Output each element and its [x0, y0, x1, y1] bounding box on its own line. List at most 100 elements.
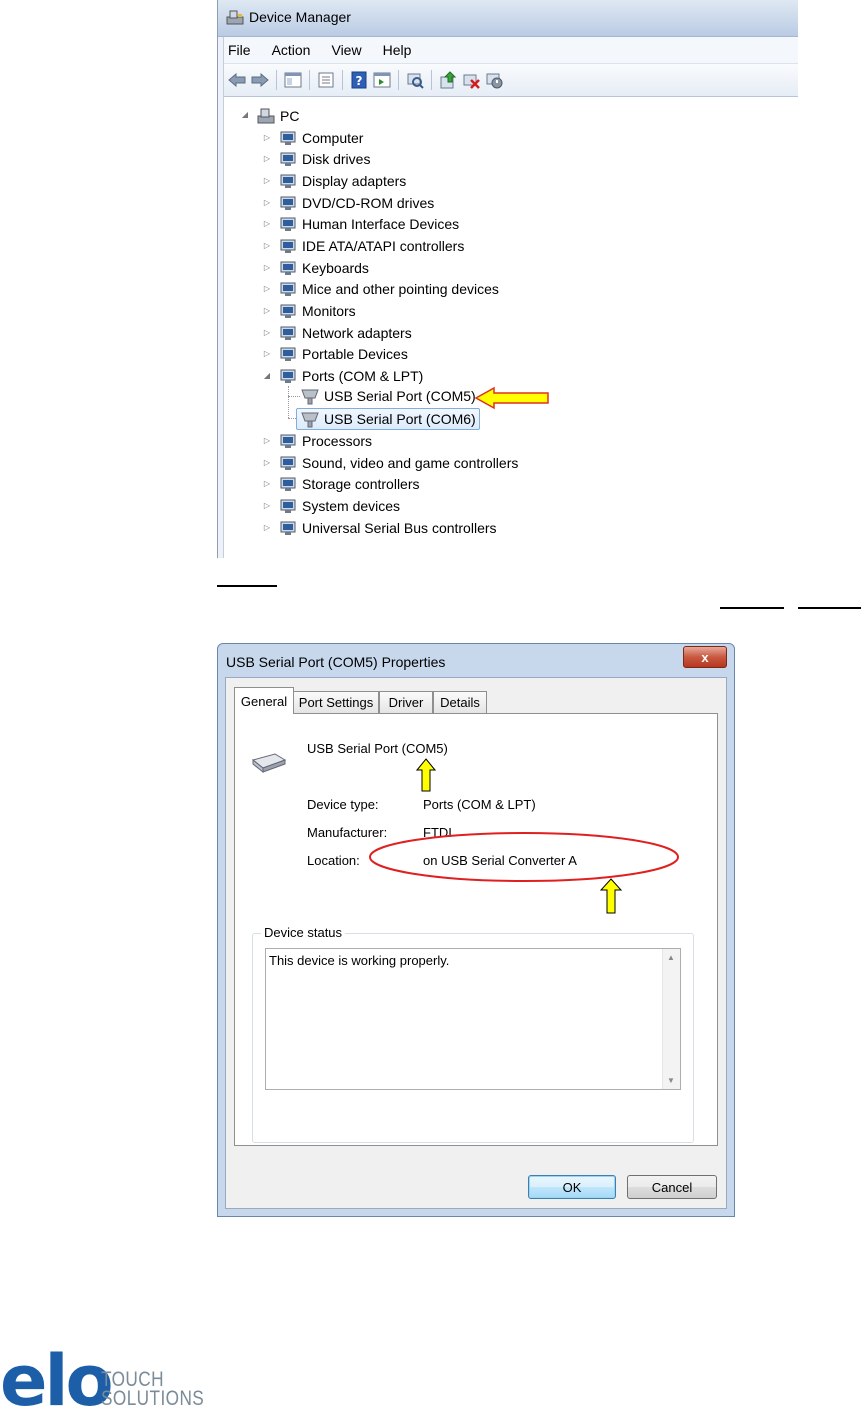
tree-category-label: Ports (COM & LPT) [302, 368, 424, 384]
device-label: USB Serial Port (COM5) [324, 388, 476, 404]
expand-arrow-icon[interactable]: ▷ [262, 501, 272, 510]
expand-arrow-icon[interactable]: ▷ [262, 133, 272, 142]
title-bar: Device Manager [218, 0, 798, 37]
tree-category[interactable]: IDE ATA/ATAPI controllers [278, 236, 464, 256]
tree-category[interactable]: Human Interface Devices [278, 214, 459, 234]
tree-category-label: Sound, video and game controllers [302, 455, 519, 471]
tree-category-label: Universal Serial Bus controllers [302, 520, 497, 536]
expand-arrow-icon[interactable]: ▷ [262, 284, 272, 293]
properties-dialog: USB Serial Port (COM5) Properties x Gene… [217, 643, 735, 1217]
dialog-title: USB Serial Port (COM5) Properties [226, 654, 446, 670]
menu-file[interactable]: File [226, 42, 253, 58]
expand-arrow-icon[interactable]: ▷ [262, 328, 272, 337]
elo-logo: elo [0, 1346, 114, 1416]
close-button[interactable]: x [683, 646, 727, 668]
speaker-icon [278, 454, 298, 472]
tree-category[interactable]: Portable Devices [278, 344, 408, 364]
tree-category[interactable]: Monitors [278, 301, 356, 321]
close-icon: x [701, 649, 709, 665]
collapse-arrow-icon[interactable]: ◢ [262, 371, 272, 380]
dialog-body: General Port Settings Driver Details USB… [225, 677, 727, 1209]
action-pane-icon[interactable] [372, 70, 392, 90]
monitor-icon [278, 302, 298, 320]
expand-arrow-icon[interactable]: ▷ [262, 198, 272, 207]
scan-hardware-icon[interactable] [405, 70, 425, 90]
tree-category-label: Keyboards [302, 260, 369, 276]
cancel-button[interactable]: Cancel [627, 1175, 717, 1199]
tree-root[interactable]: PC [256, 106, 299, 126]
underline-mark [217, 585, 277, 587]
device-status-group: Device status This device is working pro… [252, 925, 694, 1143]
scroll-down-icon[interactable]: ▼ [667, 1076, 675, 1085]
expand-arrow-icon[interactable]: ▷ [262, 523, 272, 532]
tree-category[interactable]: Ports (COM & LPT) [278, 366, 423, 386]
tab-driver[interactable]: Driver [379, 691, 433, 713]
device-status-textbox[interactable]: This device is working properly. ▲ ▼ [265, 948, 681, 1090]
pc-icon [256, 107, 276, 125]
expand-arrow-icon[interactable]: ▷ [262, 219, 272, 228]
menu-action[interactable]: Action [270, 42, 313, 58]
tree-category[interactable]: Universal Serial Bus controllers [278, 518, 497, 538]
tab-port-settings[interactable]: Port Settings [293, 691, 379, 713]
properties-icon[interactable] [316, 70, 336, 90]
device-status-legend: Device status [261, 925, 346, 940]
expand-arrow-icon[interactable]: ▷ [262, 479, 272, 488]
forward-icon[interactable] [250, 70, 270, 90]
tab-general[interactable]: General [234, 687, 294, 714]
tree-category[interactable]: Keyboards [278, 258, 369, 278]
ok-button[interactable]: OK [528, 1175, 616, 1199]
expand-arrow-icon[interactable]: ▷ [262, 241, 272, 250]
device-usb-serial-com6[interactable]: USB Serial Port (COM6) [296, 408, 480, 430]
highlight-ellipse [369, 832, 679, 882]
expand-arrow-icon[interactable]: ▷ [262, 263, 272, 272]
expand-arrow-icon[interactable]: ▷ [262, 306, 272, 315]
tree-category[interactable]: Processors [278, 431, 372, 451]
uninstall-icon[interactable] [461, 70, 481, 90]
tree-category[interactable]: Disk drives [278, 149, 370, 169]
logo-line-2: SOLUTIONS [101, 1387, 205, 1410]
help-icon[interactable]: ? [349, 70, 369, 90]
toolbar-separator [309, 70, 310, 90]
window-title: Device Manager [249, 9, 351, 25]
tab-label: Port Settings [298, 695, 374, 710]
tab-details[interactable]: Details [433, 691, 487, 713]
tree-category[interactable]: Storage controllers [278, 474, 420, 494]
menu-bar: File Action View Help [218, 37, 798, 64]
device-label: USB Serial Port (COM6) [324, 411, 476, 427]
serial-port-icon [251, 752, 287, 781]
tree-category[interactable]: Sound, video and game controllers [278, 453, 518, 473]
hid-icon [278, 215, 298, 233]
update-driver-icon[interactable] [438, 70, 458, 90]
tree-category[interactable]: DVD/CD-ROM drives [278, 193, 434, 213]
collapse-arrow-icon[interactable]: ◢ [240, 110, 250, 119]
expand-arrow-icon[interactable]: ▷ [262, 458, 272, 467]
logo-wordmark: TOUCH SOLUTIONS [101, 1369, 205, 1410]
back-icon[interactable] [227, 70, 247, 90]
tree-category-label: Computer [302, 130, 364, 146]
expand-arrow-icon[interactable]: ▷ [262, 154, 272, 163]
expand-arrow-icon[interactable]: ▷ [262, 349, 272, 358]
tree-category[interactable]: Mice and other pointing devices [278, 279, 499, 299]
device-usb-serial-com5[interactable]: USB Serial Port (COM5) [300, 386, 476, 406]
expand-arrow-icon[interactable]: ▷ [262, 436, 272, 445]
toolbar-separator [342, 70, 343, 90]
tree-category[interactable]: Network adapters [278, 323, 412, 343]
tree-category-label: Network adapters [302, 325, 412, 341]
tab-label: General [240, 693, 288, 709]
show-hide-console-tree-icon[interactable] [283, 70, 303, 90]
menu-help[interactable]: Help [381, 42, 414, 58]
tree-category-label: Storage controllers [302, 476, 420, 492]
status-scrollbar[interactable]: ▲ ▼ [662, 949, 680, 1089]
display-adapter-icon [278, 172, 298, 190]
expand-arrow-icon[interactable]: ▷ [262, 176, 272, 185]
disable-icon[interactable] [484, 70, 504, 90]
menu-view[interactable]: View [329, 42, 363, 58]
dvd-drive-icon [278, 194, 298, 212]
scroll-up-icon[interactable]: ▲ [667, 953, 675, 962]
tree-category[interactable]: Computer [278, 128, 363, 148]
portable-device-icon [278, 345, 298, 363]
callout-arrow-icon [600, 878, 622, 914]
toolbar-separator [398, 70, 399, 90]
tree-category[interactable]: Display adapters [278, 171, 406, 191]
tree-category[interactable]: System devices [278, 496, 400, 516]
